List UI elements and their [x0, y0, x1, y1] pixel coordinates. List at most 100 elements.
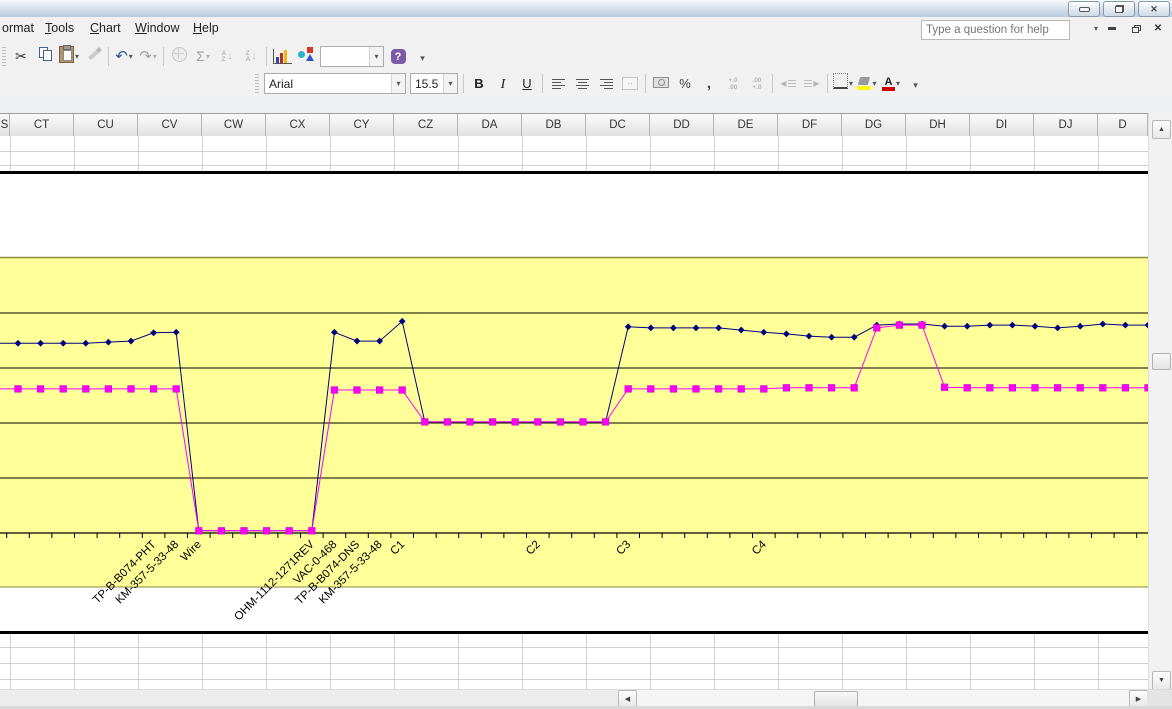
column-header-DJ[interactable]: DJ	[1034, 114, 1098, 136]
decrease-indent-button[interactable]: ◀	[777, 73, 799, 94]
column-header-DB[interactable]: DB	[522, 114, 586, 136]
align-right-button[interactable]	[595, 73, 617, 94]
magenta-square-series-marker[interactable]	[15, 386, 22, 393]
redo-button[interactable]: ↷▾	[137, 46, 159, 67]
magenta-square-series-marker[interactable]	[715, 386, 722, 393]
magenta-square-series-marker[interactable]	[128, 386, 135, 393]
toolbar-options-button[interactable]: ▾	[904, 73, 926, 94]
magenta-square-series-marker[interactable]	[422, 419, 429, 426]
font-size-combo[interactable]: 15.5▾	[410, 73, 458, 94]
magenta-square-series-marker[interactable]	[60, 386, 67, 393]
window-restore-button[interactable]	[1103, 1, 1135, 17]
worksheet-cells-bottom[interactable]	[0, 634, 1148, 689]
toolbar-options-button[interactable]: ▾	[411, 46, 433, 67]
column-header-DG[interactable]: DG	[842, 114, 906, 136]
menu-chart[interactable]: Chart	[90, 21, 121, 35]
magenta-square-series-marker[interactable]	[964, 385, 971, 392]
magenta-square-series-marker[interactable]	[1100, 385, 1107, 392]
question-dropdown-icon[interactable]: ▾	[1094, 24, 1098, 33]
column-header-CW[interactable]: CW	[202, 114, 266, 136]
copy-button[interactable]	[34, 46, 56, 67]
paste-button[interactable]: ▾	[58, 46, 80, 67]
magenta-square-series-marker[interactable]	[851, 385, 858, 392]
magenta-square-series-marker[interactable]	[828, 385, 835, 392]
column-header-DF[interactable]: DF	[778, 114, 842, 136]
increase-indent-button[interactable]: ▶	[801, 73, 823, 94]
sort-ascending-button[interactable]: AZ↓	[216, 46, 238, 67]
menu-ormat[interactable]: ormat	[2, 21, 34, 35]
magenta-square-series-marker[interactable]	[783, 385, 790, 392]
font-name-combo-dropdown-icon[interactable]: ▾	[391, 74, 405, 93]
magenta-square-series-marker[interactable]	[263, 528, 270, 535]
column-header-CU[interactable]: CU	[74, 114, 138, 136]
comma-style-button[interactable]: ,	[698, 73, 720, 94]
undo-button[interactable]: ↶▾	[113, 46, 135, 67]
window-close-button[interactable]: ✕	[1138, 1, 1170, 17]
magenta-square-series-marker[interactable]	[1077, 385, 1084, 392]
menu-help[interactable]: Help	[193, 21, 219, 35]
chart-wizard-button[interactable]	[271, 46, 293, 67]
magenta-square-series-marker[interactable]	[467, 419, 474, 426]
column-header-CV[interactable]: CV	[138, 114, 202, 136]
magenta-square-series-marker[interactable]	[648, 386, 655, 393]
redo-dropdown-icon[interactable]: ▾	[153, 52, 157, 61]
horizontal-scroll-track[interactable]	[636, 690, 1129, 707]
autosum-dropdown-icon[interactable]: ▾	[206, 52, 210, 61]
column-header-S[interactable]: S	[0, 114, 10, 136]
column-header-D[interactable]: D	[1098, 114, 1148, 136]
magenta-square-series-marker[interactable]	[444, 419, 451, 426]
decrease-decimal-button[interactable]: .00+.0	[746, 73, 768, 94]
format-painter-button[interactable]	[82, 46, 104, 67]
magenta-square-series-marker[interactable]	[670, 386, 677, 393]
toolbar-grip[interactable]	[255, 74, 259, 93]
magenta-square-series-marker[interactable]	[602, 419, 609, 426]
magenta-square-series-marker[interactable]	[376, 387, 383, 394]
magenta-square-series-marker[interactable]	[286, 528, 293, 535]
column-header-DA[interactable]: DA	[458, 114, 522, 136]
horizontal-scrollbar[interactable]: ◀ ▶	[0, 689, 1172, 706]
paste-dropdown-icon[interactable]: ▾	[75, 52, 79, 61]
font-name-combo[interactable]: Arial▾	[264, 73, 406, 94]
sort-descending-button[interactable]: ZA↓	[240, 46, 262, 67]
column-header-CX[interactable]: CX	[266, 114, 330, 136]
percent-style-button[interactable]: %	[674, 73, 696, 94]
magenta-square-series-marker[interactable]	[309, 528, 316, 535]
column-header-CZ[interactable]: CZ	[394, 114, 458, 136]
column-header-DI[interactable]: DI	[970, 114, 1034, 136]
magenta-square-series-marker[interactable]	[874, 325, 881, 332]
chart-plot-area[interactable]: TP-B-B074-PHTKM-357-5-33-48WireOHM-1112-…	[0, 174, 1148, 632]
magenta-square-series-marker[interactable]	[738, 386, 745, 393]
magenta-square-series-marker[interactable]	[196, 528, 203, 535]
question-input[interactable]	[921, 20, 1070, 40]
workbook-restore-button[interactable]	[1128, 21, 1144, 36]
worksheet-cells-top[interactable]	[0, 136, 1148, 172]
merge-and-center-button[interactable]: ↔	[619, 73, 641, 94]
column-header-DD[interactable]: DD	[650, 114, 714, 136]
increase-decimal-button[interactable]: +.0.00	[722, 73, 744, 94]
magenta-square-series-marker[interactable]	[896, 322, 903, 329]
bold-button[interactable]: B	[468, 73, 490, 94]
column-header-DC[interactable]: DC	[586, 114, 650, 136]
magenta-square-series-marker[interactable]	[354, 387, 361, 394]
magenta-square-series-marker[interactable]	[693, 386, 700, 393]
italic-button[interactable]: I	[492, 73, 514, 94]
magenta-square-series-marker[interactable]	[557, 419, 564, 426]
align-left-button[interactable]	[547, 73, 569, 94]
autosum-button[interactable]: Σ▾	[192, 46, 214, 67]
magenta-square-series-marker[interactable]	[218, 528, 225, 535]
magenta-square-series-marker[interactable]	[1054, 385, 1061, 392]
cut-button[interactable]: ✂	[10, 46, 32, 67]
magenta-square-series-marker[interactable]	[919, 322, 926, 329]
menu-window[interactable]: Window	[135, 21, 179, 35]
magenta-square-series-marker[interactable]	[535, 419, 542, 426]
magenta-square-series-marker[interactable]	[37, 386, 44, 393]
column-header-DE[interactable]: DE	[714, 114, 778, 136]
magenta-square-series-marker[interactable]	[150, 386, 157, 393]
fill-color-button[interactable]: ▾	[856, 73, 878, 94]
workbook-close-button[interactable]: ✕	[1150, 21, 1166, 36]
window-minimize-button[interactable]	[1068, 1, 1100, 17]
magenta-square-series-marker[interactable]	[105, 386, 112, 393]
column-header-CY[interactable]: CY	[330, 114, 394, 136]
font-color-button[interactable]: A▾	[880, 73, 902, 94]
currency-style-button[interactable]	[650, 73, 672, 94]
